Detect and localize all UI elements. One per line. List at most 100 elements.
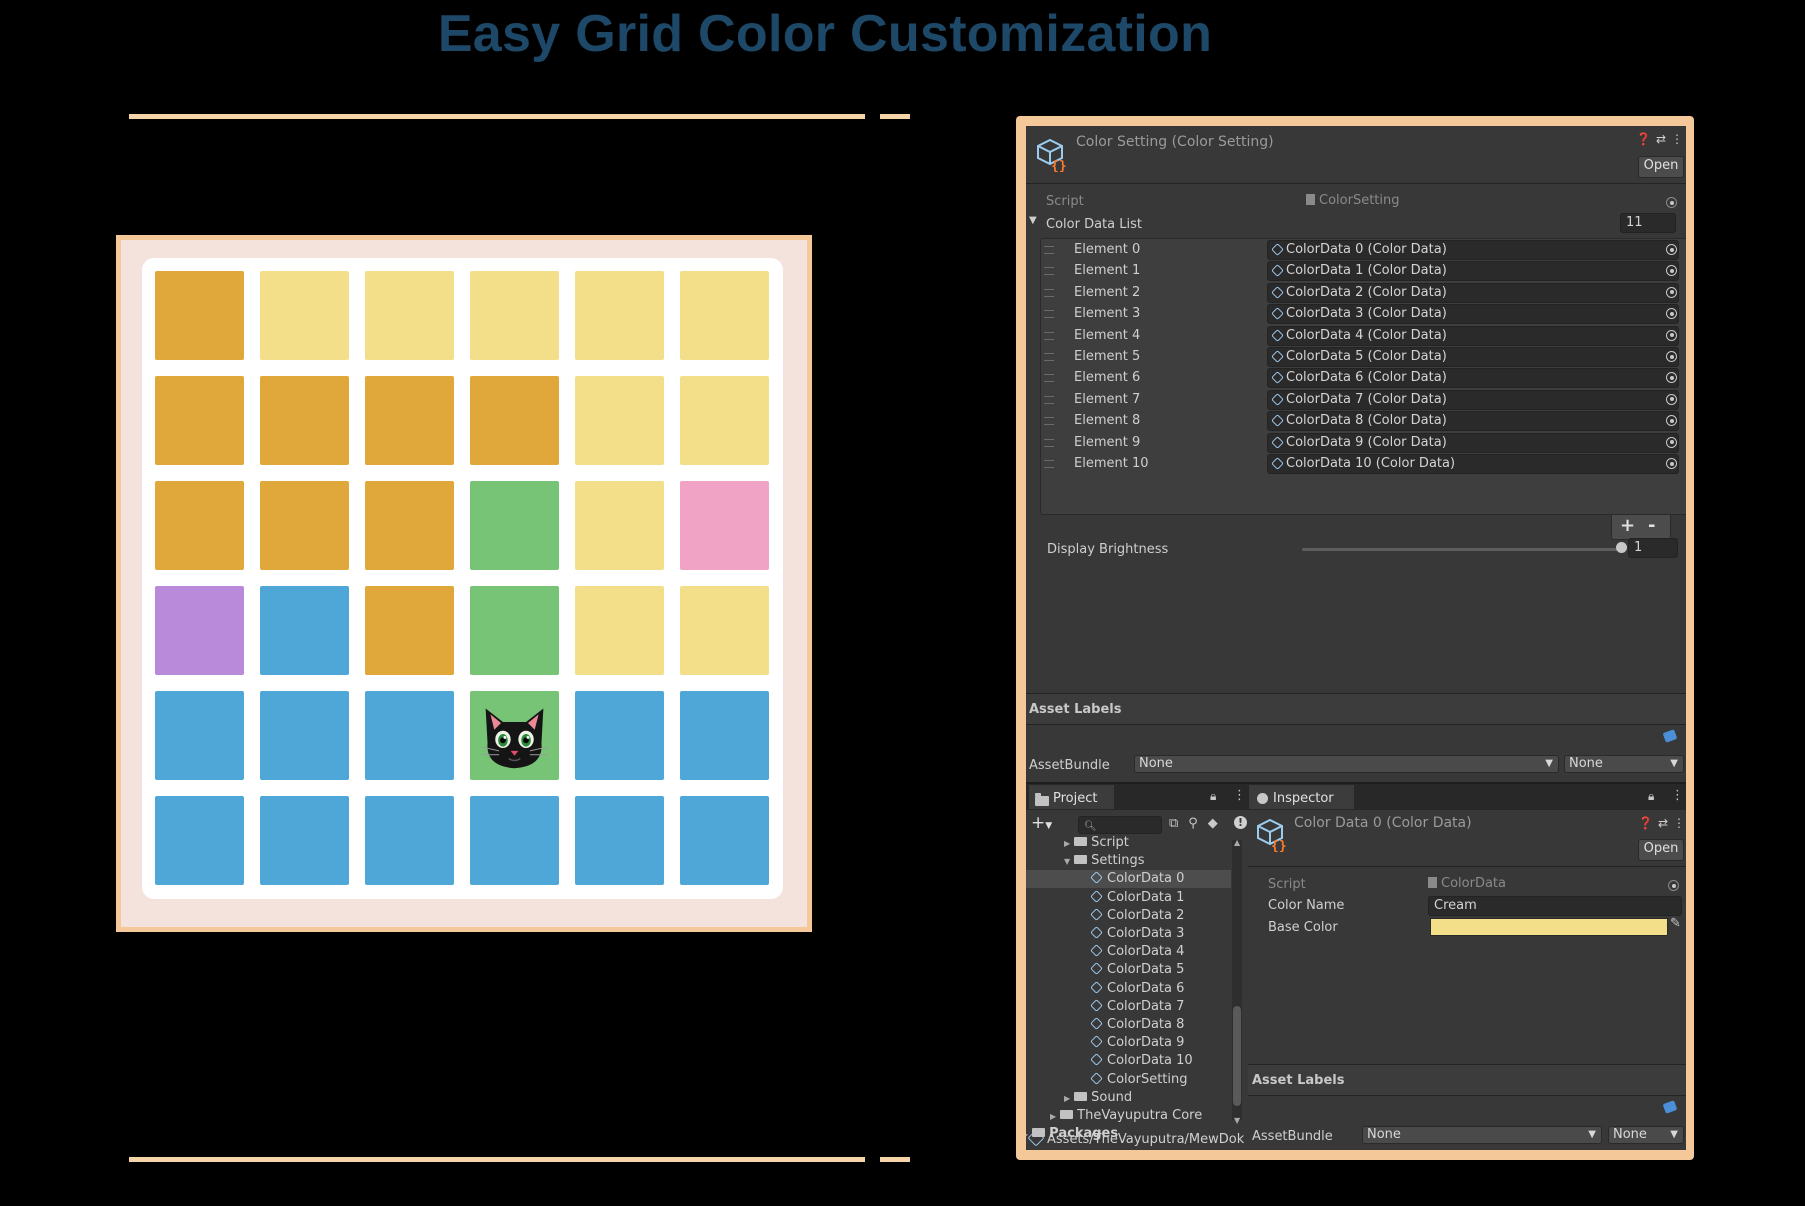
remove-element-button[interactable]: - bbox=[1648, 515, 1655, 536]
project-tree-item[interactable]: ▶ Sound bbox=[1064, 1089, 1132, 1107]
project-tree-item[interactable]: ColorData 3 bbox=[1090, 925, 1184, 943]
object-picker-icon[interactable] bbox=[1666, 329, 1677, 341]
kebab-menu-icon[interactable]: ⋮ bbox=[1233, 788, 1246, 803]
color-name-input[interactable]: Cream bbox=[1428, 896, 1682, 916]
object-picker-icon[interactable] bbox=[1666, 286, 1677, 298]
grid-cell-orange[interactable] bbox=[155, 481, 244, 570]
grid-cell-blue[interactable] bbox=[680, 796, 769, 885]
grid-cell-orange[interactable] bbox=[260, 376, 349, 465]
grid-cell-purple[interactable] bbox=[155, 586, 244, 675]
grid-cell-orange[interactable] bbox=[365, 586, 454, 675]
grid-cell-cream[interactable] bbox=[575, 481, 664, 570]
grid-cell-blue[interactable] bbox=[260, 796, 349, 885]
grid-cell-orange[interactable] bbox=[365, 481, 454, 570]
drag-handle-icon[interactable] bbox=[1044, 288, 1054, 297]
object-picker-icon[interactable] bbox=[1668, 880, 1679, 891]
grid-cell-green[interactable] bbox=[470, 481, 559, 570]
object-picker-icon[interactable] bbox=[1666, 436, 1677, 448]
element-object-field[interactable]: ColorData 10 (Color Data) bbox=[1267, 454, 1679, 474]
grid-cell-green[interactable] bbox=[470, 586, 559, 675]
grid-cell-orange[interactable] bbox=[260, 481, 349, 570]
project-tree-item[interactable]: ColorData 9 bbox=[1090, 1034, 1184, 1052]
drag-handle-icon[interactable] bbox=[1044, 460, 1054, 468]
script-field[interactable]: ColorData bbox=[1428, 876, 1506, 891]
object-picker-icon[interactable] bbox=[1666, 244, 1677, 255]
grid-cell-cream[interactable] bbox=[575, 271, 664, 360]
element-object-field[interactable]: ColorData 5 (Color Data) bbox=[1267, 347, 1679, 367]
brightness-value-field[interactable]: 1 bbox=[1628, 538, 1678, 558]
warning-count-icon[interactable]: ! bbox=[1234, 816, 1247, 829]
create-asset-button[interactable]: +▼ bbox=[1031, 813, 1052, 833]
project-tree-item[interactable]: ▶ Packages bbox=[1026, 1125, 1118, 1143]
project-filter-icons[interactable]: ⧉⚲◆ bbox=[1169, 816, 1228, 831]
project-tree-item[interactable]: ColorData 2 bbox=[1090, 907, 1184, 925]
variant-dropdown[interactable]: None ▼ bbox=[1608, 1126, 1684, 1144]
project-tree-item[interactable]: ColorData 8 bbox=[1090, 1016, 1184, 1034]
object-picker-icon[interactable] bbox=[1666, 351, 1677, 362]
element-object-field[interactable]: ColorData 8 (Color Data) bbox=[1267, 411, 1679, 432]
drag-handle-icon[interactable] bbox=[1044, 395, 1054, 404]
element-object-field[interactable]: ColorData 1 (Color Data) bbox=[1267, 261, 1679, 282]
drag-handle-icon[interactable] bbox=[1044, 417, 1054, 426]
drag-handle-icon[interactable] bbox=[1044, 267, 1054, 276]
kebab-menu-icon[interactable]: ⋮ bbox=[1671, 788, 1684, 803]
project-tree-item[interactable]: ColorData 4 bbox=[1090, 943, 1184, 961]
element-object-field[interactable]: ColorData 7 (Color Data) bbox=[1267, 389, 1679, 410]
label-tag-icon[interactable] bbox=[1662, 729, 1678, 743]
assetbundle-dropdown[interactable]: None ▼ bbox=[1134, 755, 1559, 773]
grid-cell-cat[interactable] bbox=[470, 691, 559, 780]
object-picker-icon[interactable] bbox=[1666, 393, 1677, 405]
assetbundle-dropdown[interactable]: None ▼ bbox=[1362, 1126, 1602, 1144]
tab-inspector[interactable]: Inspector bbox=[1249, 785, 1354, 809]
grid-cell-cream[interactable] bbox=[470, 271, 559, 360]
variant-dropdown[interactable]: None ▼ bbox=[1564, 755, 1684, 773]
foldout-arrow-icon[interactable]: ▼ bbox=[1029, 215, 1037, 226]
foldout-arrow-icon[interactable]: ▶ bbox=[1026, 1130, 1028, 1139]
grid-cell-cream[interactable] bbox=[575, 376, 664, 465]
eyedropper-icon[interactable]: ✎ bbox=[1670, 916, 1681, 931]
foldout-arrow-icon[interactable]: ▶ bbox=[1064, 839, 1070, 848]
drag-handle-icon[interactable] bbox=[1044, 246, 1054, 254]
project-tree-item[interactable]: ▶ Script bbox=[1064, 834, 1129, 852]
scroll-down-icon[interactable]: ▼ bbox=[1234, 1116, 1240, 1125]
grid-cell-blue[interactable] bbox=[260, 691, 349, 780]
grid-cell-blue[interactable] bbox=[365, 796, 454, 885]
grid-cell-blue[interactable] bbox=[155, 796, 244, 885]
drag-handle-icon[interactable] bbox=[1044, 310, 1054, 319]
grid-cell-cream[interactable] bbox=[680, 586, 769, 675]
add-element-button[interactable]: + bbox=[1620, 515, 1635, 536]
grid-cell-blue[interactable] bbox=[680, 691, 769, 780]
project-tree-item[interactable]: ▼ Settings bbox=[1064, 852, 1144, 870]
element-object-field[interactable]: ColorData 6 (Color Data) bbox=[1267, 368, 1679, 389]
grid-cell-orange[interactable] bbox=[155, 271, 244, 360]
help-settings-menu-icons[interactable]: ❓⇄⋮ bbox=[1636, 132, 1686, 146]
project-tree-item[interactable]: ColorData 7 bbox=[1090, 998, 1184, 1016]
grid-cell-cream[interactable] bbox=[575, 586, 664, 675]
grid-cell-cream[interactable] bbox=[680, 271, 769, 360]
element-object-field[interactable]: ColorData 9 (Color Data) bbox=[1267, 432, 1679, 453]
drag-handle-icon[interactable] bbox=[1044, 353, 1054, 361]
scroll-up-icon[interactable]: ▲ bbox=[1234, 838, 1240, 847]
project-tree-item[interactable]: ColorData 10 bbox=[1090, 1052, 1193, 1070]
project-tree-item[interactable]: ▶ TheVayuputra Core bbox=[1050, 1107, 1202, 1125]
foldout-arrow-icon[interactable]: ▼ bbox=[1064, 857, 1070, 866]
list-size-field[interactable]: 11 bbox=[1620, 213, 1676, 233]
drag-handle-icon[interactable] bbox=[1044, 331, 1054, 340]
project-tree-item[interactable]: ColorData 6 bbox=[1090, 980, 1184, 998]
project-search-input[interactable]: 🔍︎ bbox=[1078, 816, 1162, 834]
script-field[interactable]: ColorSetting bbox=[1306, 193, 1400, 208]
grid-cell-blue[interactable] bbox=[575, 691, 664, 780]
element-object-field[interactable]: ColorData 4 (Color Data) bbox=[1267, 325, 1679, 346]
grid-cell-blue[interactable] bbox=[365, 691, 454, 780]
grid-cell-orange[interactable] bbox=[365, 376, 454, 465]
lock-icon[interactable]: 🔒︎ bbox=[1210, 789, 1216, 804]
project-tree-item[interactable]: ColorSetting bbox=[1090, 1071, 1188, 1089]
lock-icon[interactable]: 🔒︎ bbox=[1648, 789, 1654, 804]
grid-cell-blue[interactable] bbox=[575, 796, 664, 885]
open-button[interactable]: Open bbox=[1638, 156, 1684, 178]
project-tree-item[interactable]: ColorData 5 bbox=[1090, 961, 1184, 979]
help-settings-menu-icons[interactable]: ❓⇄⋮ bbox=[1638, 816, 1686, 830]
project-scrollbar-thumb[interactable] bbox=[1233, 1006, 1241, 1106]
grid-cell-pink[interactable] bbox=[680, 481, 769, 570]
grid-cell-cream[interactable] bbox=[260, 271, 349, 360]
